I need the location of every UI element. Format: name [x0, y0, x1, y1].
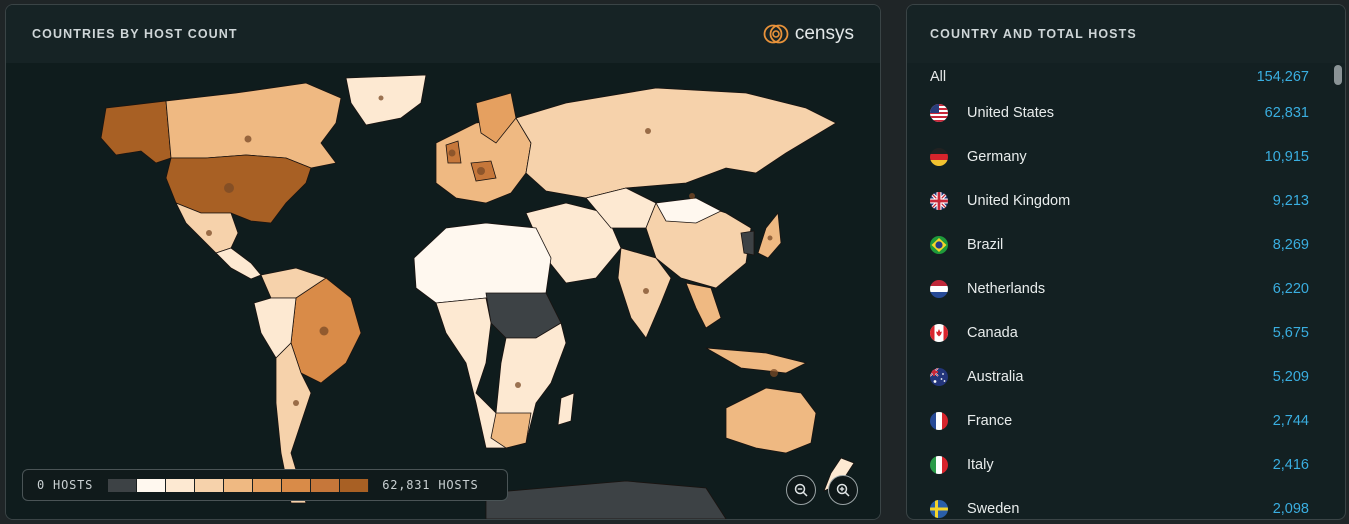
au-flag-icon	[930, 368, 948, 386]
list-item-france[interactable]: France 2,744	[907, 399, 1331, 443]
nl-flag-icon	[930, 280, 948, 298]
marker-united-states[interactable]	[224, 183, 234, 193]
zoom-out-button[interactable]	[786, 475, 816, 505]
country-host-count: 62,831	[1264, 105, 1309, 121]
country-name: Brazil	[967, 237, 1004, 253]
country-host-count: 2,098	[1272, 501, 1309, 517]
legend-swatch	[166, 478, 196, 492]
country-list-panel: COUNTRY AND TOTAL HOSTS All 154,267 Unit…	[906, 4, 1346, 520]
country-host-count: 5,675	[1272, 325, 1309, 341]
country-name: Sweden	[967, 501, 1020, 517]
marker-mexico[interactable]	[206, 230, 212, 236]
marker-china[interactable]	[689, 193, 695, 199]
br-flag-icon	[930, 236, 948, 254]
legend-swatch	[195, 478, 225, 492]
logo-text: censys	[794, 23, 854, 44]
list-panel-title: COUNTRY AND TOTAL HOSTS	[930, 27, 1137, 41]
region-north-africa[interactable]	[413, 222, 552, 304]
country-host-count: 2,416	[1272, 457, 1309, 473]
marker-canada[interactable]	[244, 135, 252, 143]
country-host-count: 2,744	[1272, 413, 1309, 429]
world-map[interactable]	[6, 63, 880, 519]
marker-south-africa[interactable]	[515, 382, 521, 388]
country-name: Australia	[967, 369, 1024, 385]
country-name: Italy	[967, 457, 994, 473]
country-japan[interactable]	[757, 211, 782, 259]
ca-flag-icon	[930, 324, 948, 342]
country-alaska[interactable]	[100, 100, 172, 164]
all-value: 154,267	[1256, 69, 1309, 85]
scrollbar-thumb[interactable]	[1334, 65, 1342, 85]
marker-germany[interactable]	[477, 167, 485, 175]
de-flag-icon	[930, 148, 948, 166]
fr-flag-icon	[930, 412, 948, 430]
all-label: All	[930, 69, 947, 85]
country-host-count: 8,269	[1272, 237, 1309, 253]
it-flag-icon	[930, 456, 948, 474]
legend-min-label: 0 HOSTS	[37, 478, 94, 492]
legend-swatch	[282, 478, 312, 492]
country-host-count: 9,213	[1272, 193, 1309, 209]
legend-swatch	[137, 478, 167, 492]
zoom-in-button[interactable]	[828, 475, 858, 505]
us-flag-icon	[930, 104, 948, 122]
gb-flag-icon	[930, 192, 948, 210]
legend-swatch	[340, 478, 370, 492]
country-host-count: 6,220	[1272, 281, 1309, 297]
country-australia[interactable]	[725, 387, 817, 454]
country-central-america[interactable]	[215, 247, 262, 280]
list-panel-header: COUNTRY AND TOTAL HOSTS	[907, 5, 1345, 63]
zoom-out-icon	[794, 483, 808, 497]
marker-russia[interactable]	[645, 128, 651, 134]
list-item-sweden[interactable]: Sweden 2,098	[907, 487, 1331, 519]
zoom-in-icon	[836, 483, 850, 497]
marker-japan[interactable]	[767, 235, 773, 241]
list-item-canada[interactable]: Canada 5,675	[907, 311, 1331, 355]
legend-swatch	[311, 478, 341, 492]
country-name: Germany	[967, 149, 1027, 165]
list-item-all[interactable]: All 154,267	[907, 63, 1331, 91]
list-item-germany[interactable]: Germany 10,915	[907, 135, 1331, 179]
marker-united-kingdom[interactable]	[448, 149, 456, 157]
country-name: France	[967, 413, 1013, 429]
country-host-count: 10,915	[1264, 149, 1309, 165]
country-name: Canada	[967, 325, 1018, 341]
list-scrollbar[interactable]	[1334, 65, 1342, 515]
country-russia[interactable]	[515, 87, 837, 199]
region-antarctica[interactable]	[485, 480, 727, 519]
map-panel-title: COUNTRIES BY HOST COUNT	[32, 27, 238, 41]
se-flag-icon	[930, 500, 948, 518]
list-item-netherlands[interactable]: Netherlands 6,220	[907, 267, 1331, 311]
legend-swatch	[108, 478, 138, 492]
list-item-united-kingdom[interactable]: United Kingdom 9,213	[907, 179, 1331, 223]
map-panel-header: COUNTRIES BY HOST COUNT censys	[6, 5, 880, 63]
legend-swatch	[224, 478, 254, 492]
censys-logo: censys	[763, 23, 854, 45]
censys-logo-icon	[763, 24, 789, 44]
marker-argentina[interactable]	[293, 400, 299, 406]
marker-brazil[interactable]	[319, 326, 329, 336]
host-count-legend: 0 HOSTS 62,831 HOSTS	[22, 469, 508, 501]
marker-australia[interactable]	[770, 369, 778, 377]
legend-color-scale	[108, 478, 370, 492]
country-list[interactable]: All 154,267 United States 62,831 Germany…	[907, 63, 1331, 519]
country-host-count: 5,209	[1272, 369, 1309, 385]
marker-india[interactable]	[643, 288, 649, 294]
list-item-italy[interactable]: Italy 2,416	[907, 443, 1331, 487]
region-southeast-asia[interactable]	[685, 282, 722, 329]
legend-swatch	[253, 478, 283, 492]
region-indonesia[interactable]	[705, 347, 808, 374]
country-name: United Kingdom	[967, 193, 1071, 209]
list-item-brazil[interactable]: Brazil 8,269	[907, 223, 1331, 267]
country-name: Netherlands	[967, 281, 1046, 297]
list-item-australia[interactable]: Australia 5,209	[907, 355, 1331, 399]
country-greenland[interactable]	[345, 74, 427, 126]
list-item-united-states[interactable]: United States 62,831	[907, 91, 1331, 135]
world-map-svg[interactable]	[6, 63, 880, 519]
country-madagascar[interactable]	[557, 392, 575, 426]
countries-map-panel: COUNTRIES BY HOST COUNT censys 0 HOSTS 6…	[5, 4, 881, 520]
legend-max-label: 62,831 HOSTS	[382, 478, 479, 492]
country-name: United States	[967, 105, 1055, 121]
marker-greenland[interactable]	[378, 95, 384, 101]
